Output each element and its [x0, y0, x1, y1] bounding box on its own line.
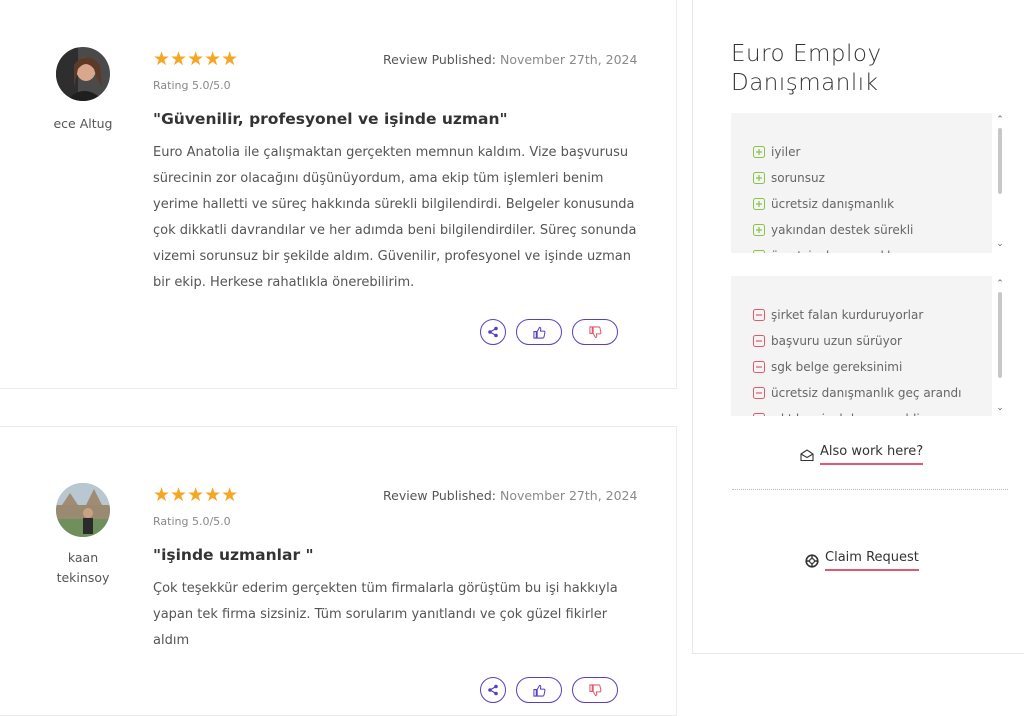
cons-list[interactable]: şirket falan kurduruyorlar başvuru uzun … — [731, 276, 992, 416]
reviewer-avatar — [56, 483, 110, 537]
thumbs-up-icon — [532, 684, 545, 697]
rating-stars: ★★★★★ — [153, 48, 239, 70]
thumbs-down-icon — [588, 325, 601, 338]
pro-item: ücretsiz danışmanlık — [753, 191, 992, 217]
like-button[interactable] — [516, 319, 562, 345]
review-published: Review Published: November 27th, 2024 — [383, 52, 637, 67]
pros-scrollbar[interactable]: ⌃ ⌄ — [996, 116, 1004, 250]
con-item: sgk belge gereksinimi — [753, 354, 992, 380]
claim-request-label: Claim Request — [825, 550, 919, 571]
reviewer-name: ece Altug — [53, 116, 113, 131]
lifebuoy-icon — [805, 553, 819, 568]
review-title: "Güvenilir, profesyonel ve işinde uzman" — [153, 110, 508, 128]
also-work-here-link[interactable]: Also work here? — [800, 444, 924, 465]
pro-item: iyiler — [753, 139, 992, 165]
rating-stars: ★★★★★ — [153, 484, 239, 506]
review-published: Review Published: November 27th, 2024 — [383, 488, 637, 503]
pros-list[interactable]: iyiler sorunsuz ücretsiz danışmanlık yak… — [731, 113, 992, 253]
con-item: çıktılar siyah beyaz geldi — [753, 406, 992, 416]
published-date: November 27th, 2024 — [499, 488, 638, 503]
share-button[interactable] — [480, 319, 506, 345]
like-button[interactable] — [516, 677, 562, 703]
review-title: "işinde uzmanlar " — [153, 546, 314, 564]
plus-box-icon — [753, 250, 765, 253]
review-card: ece Altug ★★★★★ Rating 5.0/5.0 Review Pu… — [0, 0, 677, 389]
cons-scrollbar[interactable]: ⌃ ⌄ — [996, 280, 1004, 414]
minus-box-icon — [753, 309, 765, 321]
plus-box-icon — [753, 146, 765, 158]
rating-text: Rating 5.0/5.0 — [153, 515, 231, 528]
rating-text: Rating 5.0/5.0 — [153, 79, 231, 92]
plus-box-icon — [753, 224, 765, 236]
minus-box-icon — [753, 335, 765, 347]
scroll-up-icon[interactable]: ⌃ — [996, 116, 1004, 125]
scroll-up-icon[interactable]: ⌃ — [996, 280, 1004, 289]
review-body: Çok teşekkür ederim gerçekten tüm firmal… — [153, 581, 618, 648]
scroll-down-icon[interactable]: ⌄ — [996, 240, 1004, 249]
con-item: ücretsiz danışmanlık geç arandı — [753, 380, 992, 406]
scroll-down-icon[interactable]: ⌄ — [996, 404, 1004, 413]
reviewer-name: kaan tekinsoy — [56, 550, 110, 585]
thumbs-down-icon — [588, 683, 601, 696]
review-card: kaan tekinsoy ★★★★★ Rating 5.0/5.0 Revie… — [0, 426, 677, 716]
also-work-here-label: Also work here? — [820, 444, 924, 465]
envelope-open-icon — [800, 448, 814, 461]
published-date: November 27th, 2024 — [499, 52, 638, 67]
plus-box-icon — [753, 172, 765, 184]
pro-item: sorunsuz — [753, 165, 992, 191]
scroll-thumb[interactable] — [998, 128, 1002, 194]
share-button[interactable] — [480, 677, 506, 703]
dislike-button[interactable] — [572, 677, 618, 703]
minus-box-icon — [753, 387, 765, 399]
pro-item: ücretsiz danışmanlık — [753, 243, 992, 253]
published-label: Review Published: — [383, 488, 496, 503]
claim-request-link[interactable]: Claim Request — [805, 550, 919, 571]
minus-box-icon — [753, 413, 765, 416]
pro-item: yakından destek sürekli — [753, 217, 992, 243]
plus-box-icon — [753, 198, 765, 210]
divider — [732, 489, 1008, 490]
dislike-button[interactable] — [572, 319, 618, 345]
review-body: Euro Anatolia ile çalışmaktan gerçekten … — [153, 145, 637, 290]
scroll-thumb[interactable] — [998, 292, 1002, 378]
con-item: şirket falan kurduruyorlar — [753, 302, 992, 328]
thumbs-up-icon — [532, 326, 545, 339]
share-icon — [488, 326, 498, 338]
reviewer-avatar — [56, 47, 110, 101]
share-icon — [488, 684, 498, 696]
review-actions — [480, 319, 618, 345]
published-label: Review Published: — [383, 52, 496, 67]
company-name: Euro Employ Danışmanlık — [731, 41, 882, 96]
con-item: başvuru uzun sürüyor — [753, 328, 992, 354]
review-actions — [480, 677, 618, 703]
minus-box-icon — [753, 361, 765, 373]
